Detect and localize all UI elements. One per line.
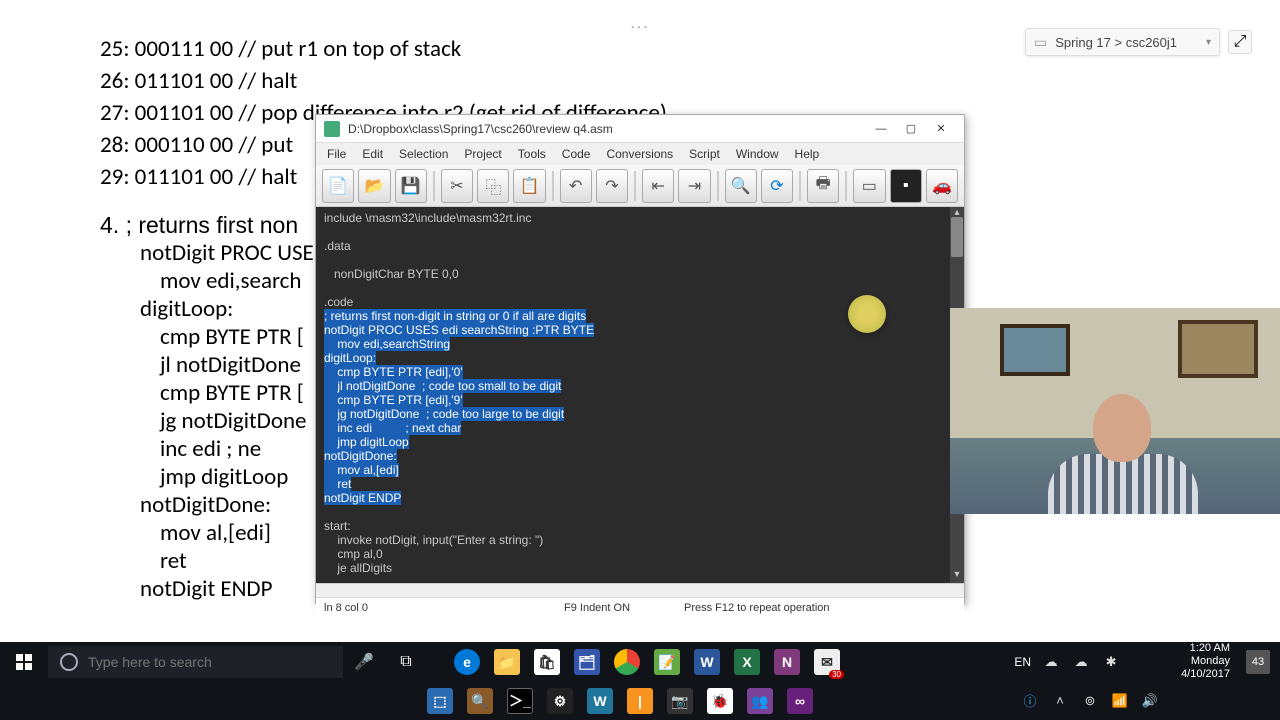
- store-icon[interactable]: 🛍: [528, 643, 566, 681]
- notepad-icon[interactable]: 📝: [648, 643, 686, 681]
- app-icon-6[interactable]: 🐞: [701, 682, 739, 720]
- editor-body[interactable]: include \masm32\include\masm32rt.inc .da…: [316, 207, 964, 583]
- fullscreen-button[interactable]: ⤢: [1228, 30, 1252, 54]
- task-view-icon[interactable]: ⧉: [387, 643, 425, 681]
- cut-icon[interactable]: ✂: [441, 169, 473, 203]
- onedrive-icon[interactable]: ☁: [1041, 654, 1061, 670]
- menu-selection[interactable]: Selection: [392, 145, 455, 163]
- terminal-icon[interactable]: ▪: [890, 169, 922, 203]
- tray-app-icon[interactable]: ✱: [1101, 654, 1121, 670]
- word-icon[interactable]: W: [688, 643, 726, 681]
- mail-icon[interactable]: ✉30: [808, 643, 846, 681]
- volume-icon[interactable]: 🔊: [1140, 693, 1160, 709]
- save-icon[interactable]: 💾: [395, 169, 427, 203]
- cmd-icon[interactable]: ＞_: [501, 682, 539, 720]
- indent-status: F9 Indent ON: [564, 602, 684, 614]
- webcam-overlay: [950, 308, 1280, 514]
- scroll-thumb[interactable]: [951, 217, 963, 257]
- status-hint: Press F12 to repeat operation: [684, 602, 956, 614]
- close-button[interactable]: ✕: [926, 118, 956, 140]
- minimize-button[interactable]: —: [866, 118, 896, 140]
- menu-help[interactable]: Help: [788, 145, 827, 163]
- titlebar[interactable]: D:\Dropbox\class\Spring17\csc260\review …: [316, 115, 964, 143]
- breadcrumb[interactable]: ▭ Spring 17 > csc260j1 ▾: [1025, 28, 1220, 56]
- menu-project[interactable]: Project: [457, 145, 508, 163]
- file-manager-icon[interactable]: 🗂: [568, 643, 606, 681]
- indent-left-icon[interactable]: ⇤: [642, 169, 674, 203]
- notebook-icon: ▭: [1034, 34, 1047, 51]
- undo-icon[interactable]: ↶: [560, 169, 592, 203]
- cortana-icon: [60, 653, 78, 671]
- network-icon[interactable]: 📶: [1110, 693, 1130, 709]
- chrome-icon[interactable]: [608, 643, 646, 681]
- app-icon-3[interactable]: ⚙: [541, 682, 579, 720]
- doc-line: 26: 011101 00 // halt: [100, 67, 1180, 97]
- toolbar: 📄 📂 💾 ✂ ⿻ 📋 ↶ ↷ ⇤ ⇥ 🔍 ⟳ 🖶 ▭ ▪ 🚗: [316, 165, 964, 207]
- menu-conversions[interactable]: Conversions: [599, 145, 680, 163]
- copy-icon[interactable]: ⿻: [477, 169, 509, 203]
- app-icon-1[interactable]: ⬚: [421, 682, 459, 720]
- chevron-up-icon[interactable]: ˄: [1050, 693, 1070, 708]
- code-text[interactable]: include \masm32\include\masm32rt.inc .da…: [316, 207, 950, 583]
- excel-icon[interactable]: X: [728, 643, 766, 681]
- mail-badge: 30: [829, 670, 844, 679]
- app-icon: [324, 121, 340, 137]
- horizontal-scrollbar[interactable]: [316, 583, 964, 597]
- menu-file[interactable]: File: [320, 145, 353, 163]
- search-icon[interactable]: 🔍: [725, 169, 757, 203]
- notification-center[interactable]: 43: [1246, 650, 1270, 674]
- microphone-icon[interactable]: 🎤: [345, 643, 383, 681]
- maximize-button[interactable]: ▢: [896, 118, 926, 140]
- app-icon-7[interactable]: 👥: [741, 682, 779, 720]
- onedrive-icon-2[interactable]: ☁: [1071, 654, 1091, 670]
- redo-icon[interactable]: ↷: [596, 169, 628, 203]
- window-icon[interactable]: ▭: [853, 169, 885, 203]
- explorer-icon[interactable]: 📁: [488, 643, 526, 681]
- paste-icon[interactable]: 📋: [513, 169, 545, 203]
- location-icon[interactable]: ⊚: [1080, 693, 1100, 709]
- language-indicator[interactable]: EN: [1014, 655, 1031, 669]
- indent-right-icon[interactable]: ⇥: [678, 169, 710, 203]
- search-input[interactable]: [88, 654, 331, 670]
- run-icon[interactable]: 🚗: [926, 169, 958, 203]
- system-tray: EN ☁ ☁ ✱ 1:20 AM Monday 4/10/2017 43 ⓘ ˄…: [940, 642, 1280, 720]
- doc-line: 25: 000111 00 // put r1 on top of stack: [100, 35, 1180, 65]
- open-icon[interactable]: 📂: [358, 169, 390, 203]
- menu-script[interactable]: Script: [682, 145, 727, 163]
- app-icon-5[interactable]: |: [621, 682, 659, 720]
- onenote-icon[interactable]: N: [768, 643, 806, 681]
- menu-tools[interactable]: Tools: [511, 145, 553, 163]
- taskbar: 🎤 ⧉ e 📁 🛍 🗂 📝 W X N ✉30 ⬚ 🔍 ＞_ ⚙ W | 📷 🐞…: [0, 642, 1280, 720]
- refresh-icon[interactable]: ⟳: [761, 169, 793, 203]
- menubar: File Edit Selection Project Tools Code C…: [316, 143, 964, 165]
- breadcrumb-text: Spring 17 > csc260j1: [1055, 35, 1198, 50]
- edge-icon[interactable]: e: [448, 643, 486, 681]
- cursor-position: ln 8 col 0: [324, 602, 564, 614]
- menu-code[interactable]: Code: [555, 145, 598, 163]
- info-icon[interactable]: ⓘ: [1020, 691, 1040, 710]
- scroll-down-icon[interactable]: ▾: [950, 569, 964, 583]
- app-icon-2[interactable]: 🔍: [461, 682, 499, 720]
- app-icon-4[interactable]: W: [581, 682, 619, 720]
- menu-edit[interactable]: Edit: [355, 145, 390, 163]
- cursor-highlight: [848, 295, 886, 333]
- clock[interactable]: 1:20 AM Monday 4/10/2017: [1181, 642, 1230, 681]
- editor-window: D:\Dropbox\class\Spring17\csc260\review …: [315, 114, 965, 604]
- print-icon[interactable]: 🖶: [807, 169, 839, 203]
- window-title: D:\Dropbox\class\Spring17\csc260\review …: [348, 122, 866, 136]
- search-box[interactable]: [48, 646, 343, 678]
- camera-icon[interactable]: 📷: [661, 682, 699, 720]
- tab-more-dots[interactable]: ...: [100, 15, 1180, 33]
- statusbar: ln 8 col 0 F9 Indent ON Press F12 to rep…: [316, 597, 964, 617]
- new-file-icon[interactable]: 📄: [322, 169, 354, 203]
- chevron-down-icon: ▾: [1206, 37, 1211, 48]
- visual-studio-icon[interactable]: ∞: [781, 682, 819, 720]
- start-button[interactable]: [0, 642, 48, 682]
- menu-window[interactable]: Window: [729, 145, 786, 163]
